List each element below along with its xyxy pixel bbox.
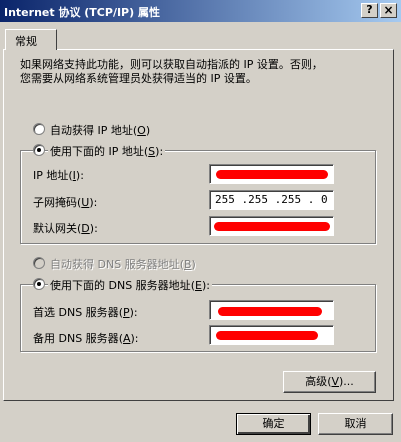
manual-dns-label[interactable]: 使用下面的 DNS 服务器地址(E): (48, 277, 212, 293)
redaction-mark (218, 307, 322, 316)
manual-dns-radio[interactable] (33, 278, 45, 290)
tab-general[interactable]: 常规 (5, 29, 57, 50)
alternate-dns-field[interactable] (209, 325, 334, 345)
close-button[interactable]: × (380, 3, 397, 18)
ip-address-field[interactable] (209, 164, 334, 184)
help-icon: ? (366, 3, 373, 16)
auto-dns-radio[interactable] (33, 257, 45, 269)
description-line-1: 如果网络支持此功能，则可以获取自动指派的 IP 设置。否则， (20, 58, 323, 71)
default-gateway-label: 默认网关(D): (33, 222, 98, 235)
description-line-2: 您需要从网络系统管理员处获得适当的 IP 设置。 (20, 72, 257, 85)
subnet-mask-field[interactable]: 255 .255 .255 . 0 (209, 190, 334, 210)
description-text: 如果网络支持此功能，则可以获取自动指派的 IP 设置。否则， 您需要从网络系统管… (20, 58, 370, 86)
auto-dns-label[interactable]: 自动获得 DNS 服务器地址(B) (50, 256, 196, 272)
redaction-mark (216, 331, 318, 340)
ip-address-label: IP 地址(I): (33, 169, 84, 182)
tab-general-label: 常规 (15, 35, 37, 48)
help-button[interactable]: ? (361, 3, 378, 18)
ok-button[interactable]: 确定 (236, 413, 311, 435)
radio-selected-dot (37, 148, 41, 152)
manual-ip-radio[interactable] (33, 144, 45, 156)
preferred-dns-field[interactable] (209, 300, 334, 320)
close-icon: × (383, 3, 394, 17)
radio-selected-dot (37, 282, 41, 286)
auto-ip-radio[interactable] (33, 123, 45, 135)
manual-ip-label[interactable]: 使用下面的 IP 地址(S): (48, 143, 166, 159)
redaction-mark (216, 170, 328, 179)
auto-ip-label[interactable]: 自动获得 IP 地址(O) (50, 122, 150, 138)
default-gateway-field[interactable] (209, 216, 334, 236)
cancel-button[interactable]: 取消 (318, 413, 393, 435)
preferred-dns-label: 首选 DNS 服务器(P): (33, 306, 138, 319)
alternate-dns-label: 备用 DNS 服务器(A): (33, 332, 139, 345)
window-title: Internet 协议 (TCP/IP) 属性 (4, 6, 160, 19)
advanced-button[interactable]: 高级(V)... (283, 371, 376, 393)
title-bar[interactable]: Internet 协议 (TCP/IP) 属性 ? × (0, 0, 401, 22)
redaction-mark (214, 222, 330, 231)
subnet-mask-label: 子网掩码(U): (33, 196, 98, 209)
